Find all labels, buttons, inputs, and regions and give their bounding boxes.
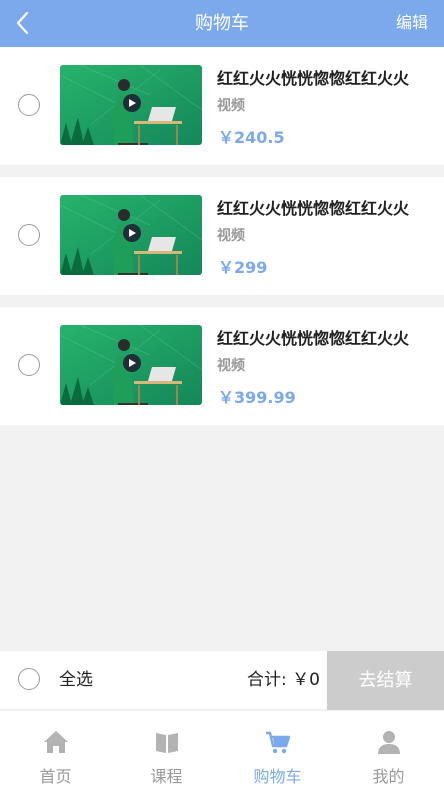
tab-label: 首页 [39, 767, 72, 786]
cart-item[interactable]: 红红火火恍恍惚惚红红火火 视频 ￥299 [0, 177, 444, 295]
user-icon [377, 731, 400, 754]
cart-list: 红红火火恍恍惚惚红红火火 视频 ￥240.5 红红火火恍恍惚惚红红火火 视频 ￥… [0, 47, 444, 425]
tab-label: 购物车 [253, 767, 302, 786]
tab-cart[interactable]: 购物车 [222, 711, 333, 793]
edit-button[interactable]: 编辑 [396, 0, 428, 47]
bottom-tab-bar: 首页 课程 购物车 我的 [0, 711, 444, 793]
item-type: 视频 [217, 98, 245, 114]
home-icon [43, 731, 68, 753]
tab-profile[interactable]: 我的 [333, 711, 444, 793]
cart-item[interactable]: 红红火火恍恍惚惚红红火火 视频 ￥399.99 [0, 307, 444, 425]
item-title[interactable]: 红红火火恍恍惚惚红红火火 [217, 65, 427, 89]
cart-icon [265, 731, 290, 754]
item-select-radio[interactable] [18, 224, 40, 246]
page-title: 购物车 [195, 13, 249, 34]
item-type: 视频 [217, 358, 245, 374]
item-title[interactable]: 红红火火恍恍惚惚红红火火 [217, 325, 427, 349]
item-type: 视频 [217, 228, 245, 244]
cart-item[interactable]: 红红火火恍恍惚惚红红火火 视频 ￥240.5 [0, 47, 444, 165]
tab-label: 课程 [150, 767, 183, 786]
item-price: ￥299 [218, 258, 268, 277]
item-select-radio[interactable] [18, 94, 40, 116]
tab-home[interactable]: 首页 [0, 711, 111, 793]
course-thumbnail[interactable] [60, 325, 202, 405]
book-icon [155, 733, 178, 753]
item-price: ￥240.5 [218, 128, 285, 147]
course-thumbnail[interactable] [60, 65, 202, 145]
tab-label: 我的 [372, 767, 405, 786]
checkout-bar: 全选 合计: ￥0 去结算 [0, 651, 444, 710]
item-select-radio[interactable] [18, 354, 40, 376]
checkout-button[interactable]: 去结算 [327, 651, 444, 710]
item-price: ￥399.99 [218, 388, 296, 407]
course-thumbnail[interactable] [60, 195, 202, 275]
select-all-label[interactable]: 全选 [59, 651, 93, 710]
top-nav-bar: 购物车 编辑 [0, 0, 444, 47]
total-amount: 合计: ￥0 [247, 670, 320, 690]
select-all-radio[interactable] [18, 668, 40, 690]
tab-courses[interactable]: 课程 [111, 711, 222, 793]
item-title[interactable]: 红红火火恍恍惚惚红红火火 [217, 195, 427, 219]
